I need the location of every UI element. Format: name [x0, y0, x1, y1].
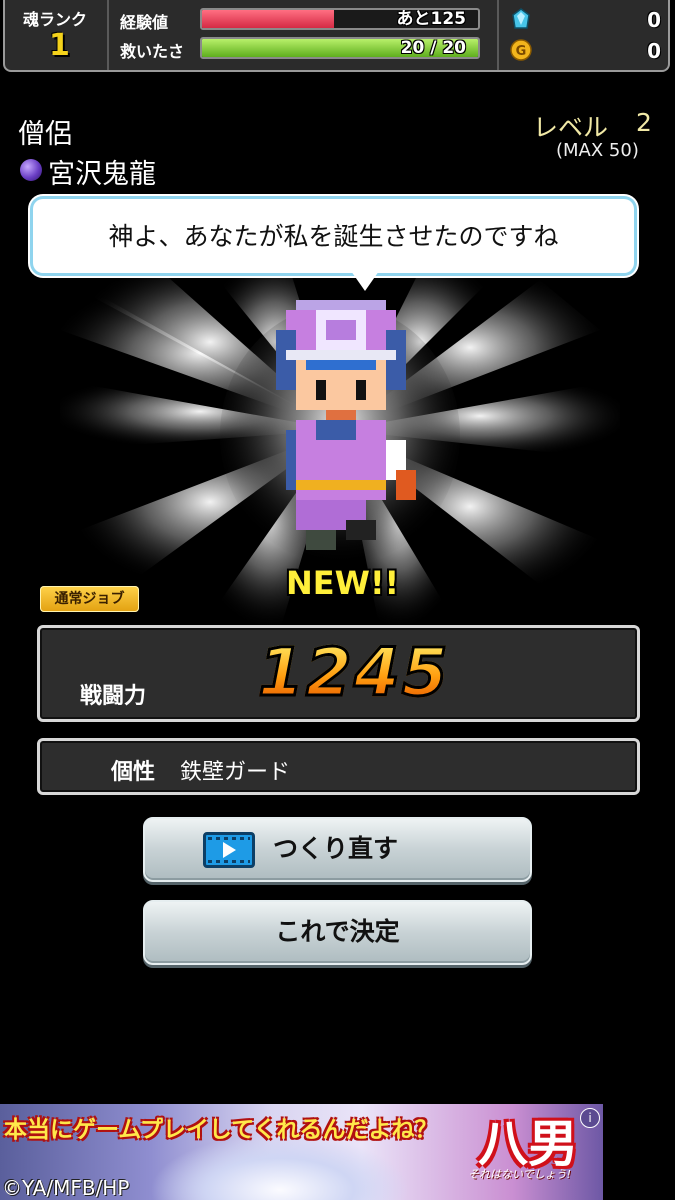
- element-orb-icon: [20, 159, 42, 181]
- job-type-tag: 通常ジョブ: [40, 586, 139, 612]
- battle-power-label: 戦闘力: [80, 684, 147, 709]
- speech-bubble-tail: [351, 271, 379, 291]
- gem-counter: 0: [510, 8, 665, 34]
- decide-button[interactable]: これで決定: [143, 900, 532, 965]
- soul-rank-label: 魂ランク: [23, 10, 88, 29]
- level-max: (MAX 50): [556, 140, 639, 161]
- ad-copyright: ©YA/MFB/HP: [2, 1176, 130, 1200]
- info-icon[interactable]: i: [580, 1108, 600, 1128]
- saved-bar: 20 / 20: [200, 37, 480, 59]
- job-name: 僧侶: [18, 119, 72, 150]
- speech-bubble: 神よ、あなたが私を誕生させたのですね: [33, 199, 634, 291]
- new-badge: NEW!!: [286, 564, 400, 602]
- soul-rank-box: 魂ランク 1: [5, 0, 109, 70]
- soul-rank-value: 1: [49, 28, 70, 63]
- gem-icon: [512, 8, 530, 29]
- level-label: レベル: [533, 113, 609, 142]
- remake-button-label: つくり直す: [273, 834, 399, 863]
- gem-count: 0: [647, 8, 661, 32]
- status-divider: [497, 0, 499, 70]
- ad-banner[interactable]: 本当にゲームプレイしてくれるんだよね？ 八男 それはないでしょう! i ©YA/…: [0, 1104, 603, 1200]
- trait-label: 個性: [111, 760, 156, 785]
- level-value: 2: [636, 108, 652, 137]
- gold-coin-icon: G: [510, 39, 532, 61]
- speech-text: 神よ、あなたが私を誕生させたのですね: [108, 222, 559, 251]
- character-name: 宮沢鬼龍: [48, 159, 156, 190]
- battle-power-value: 1245: [257, 633, 450, 713]
- video-play-icon: [203, 832, 255, 868]
- ad-headline: 本当にゲームプレイしてくれるんだよね？: [4, 1117, 438, 1143]
- trait-value: 鉄壁ガード: [180, 760, 291, 785]
- trait-panel: 個性 鉄壁ガード: [37, 738, 640, 795]
- gold-count: 0: [647, 39, 661, 63]
- exp-bar-fill: [202, 10, 335, 28]
- svg-text:G: G: [516, 44, 527, 59]
- remake-button[interactable]: つくり直す: [143, 817, 532, 882]
- exp-remaining-text: あと125: [396, 9, 467, 29]
- ad-logo-subtitle: それはないでしょう!: [468, 1168, 572, 1181]
- saved-count-text: 20 / 20: [400, 38, 466, 58]
- saved-label: 救いたさ: [120, 42, 185, 61]
- exp-bar: あと125: [200, 8, 480, 30]
- status-bar: 魂ランク 1 経験値 あと125 救いたさ 20 / 20 0 G 0: [3, 0, 670, 72]
- exp-label: 経験値: [120, 13, 169, 32]
- character-sprite: [276, 300, 416, 550]
- gold-counter: G 0: [510, 39, 665, 65]
- battle-power-panel: 戦闘力 1245: [37, 625, 640, 722]
